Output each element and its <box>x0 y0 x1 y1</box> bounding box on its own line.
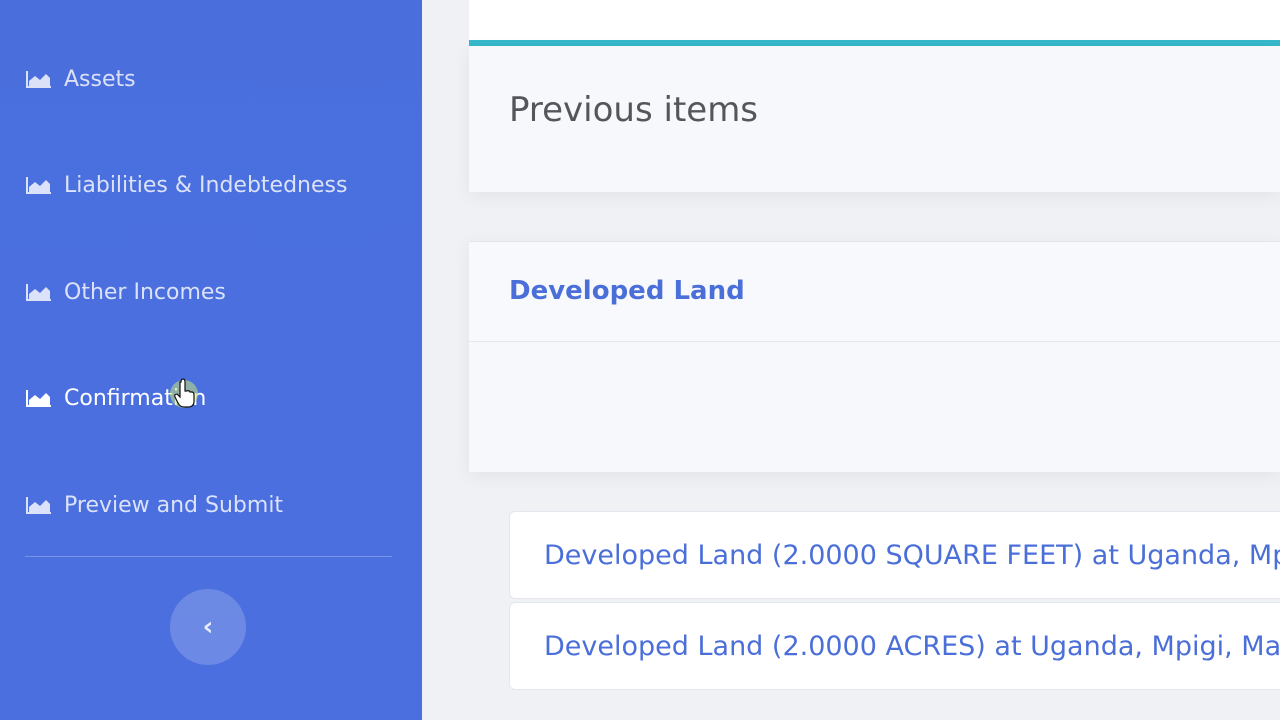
sidebar-item-label: Liabilities & Indebtedness <box>64 172 348 198</box>
sidebar-toggle-button[interactable]: ‹ <box>170 589 246 665</box>
list-item[interactable]: Developed Land (2.0000 ACRES) at Uganda,… <box>509 602 1280 690</box>
sidebar-item-label: Other Incomes <box>64 279 226 305</box>
top-card <box>469 0 1280 46</box>
sidebar-item-preview-submit[interactable]: Preview and Submit <box>26 485 283 525</box>
sidebar-item-label: Assets <box>64 66 136 92</box>
sidebar-item-liabilities[interactable]: Liabilities & Indebtedness <box>26 165 347 205</box>
card-header: Developed Land <box>469 242 1280 342</box>
area-chart-icon <box>26 69 54 89</box>
developed-land-card: Developed Land <box>469 241 1280 472</box>
area-chart-icon <box>26 282 54 302</box>
previous-items-card: Previous items <box>469 46 1280 192</box>
area-chart-icon <box>26 495 54 515</box>
sidebar-item-other-incomes[interactable]: Other Incomes <box>26 272 226 312</box>
area-chart-icon <box>26 175 54 195</box>
sidebar-divider <box>25 556 392 557</box>
previous-items-title: Previous items <box>509 90 759 130</box>
list-item[interactable]: Developed Land (2.0000 SQUARE FEET) at U… <box>509 511 1280 599</box>
section-title: Developed Land <box>509 276 745 306</box>
sidebar: Assets Liabilities & Indebtedness Other … <box>0 0 422 720</box>
chevron-left-icon: ‹ <box>202 612 214 642</box>
hand-pointer-icon <box>170 378 198 408</box>
area-chart-icon <box>26 388 54 408</box>
sidebar-item-assets[interactable]: Assets <box>26 59 136 99</box>
sidebar-item-label: Preview and Submit <box>64 492 284 518</box>
